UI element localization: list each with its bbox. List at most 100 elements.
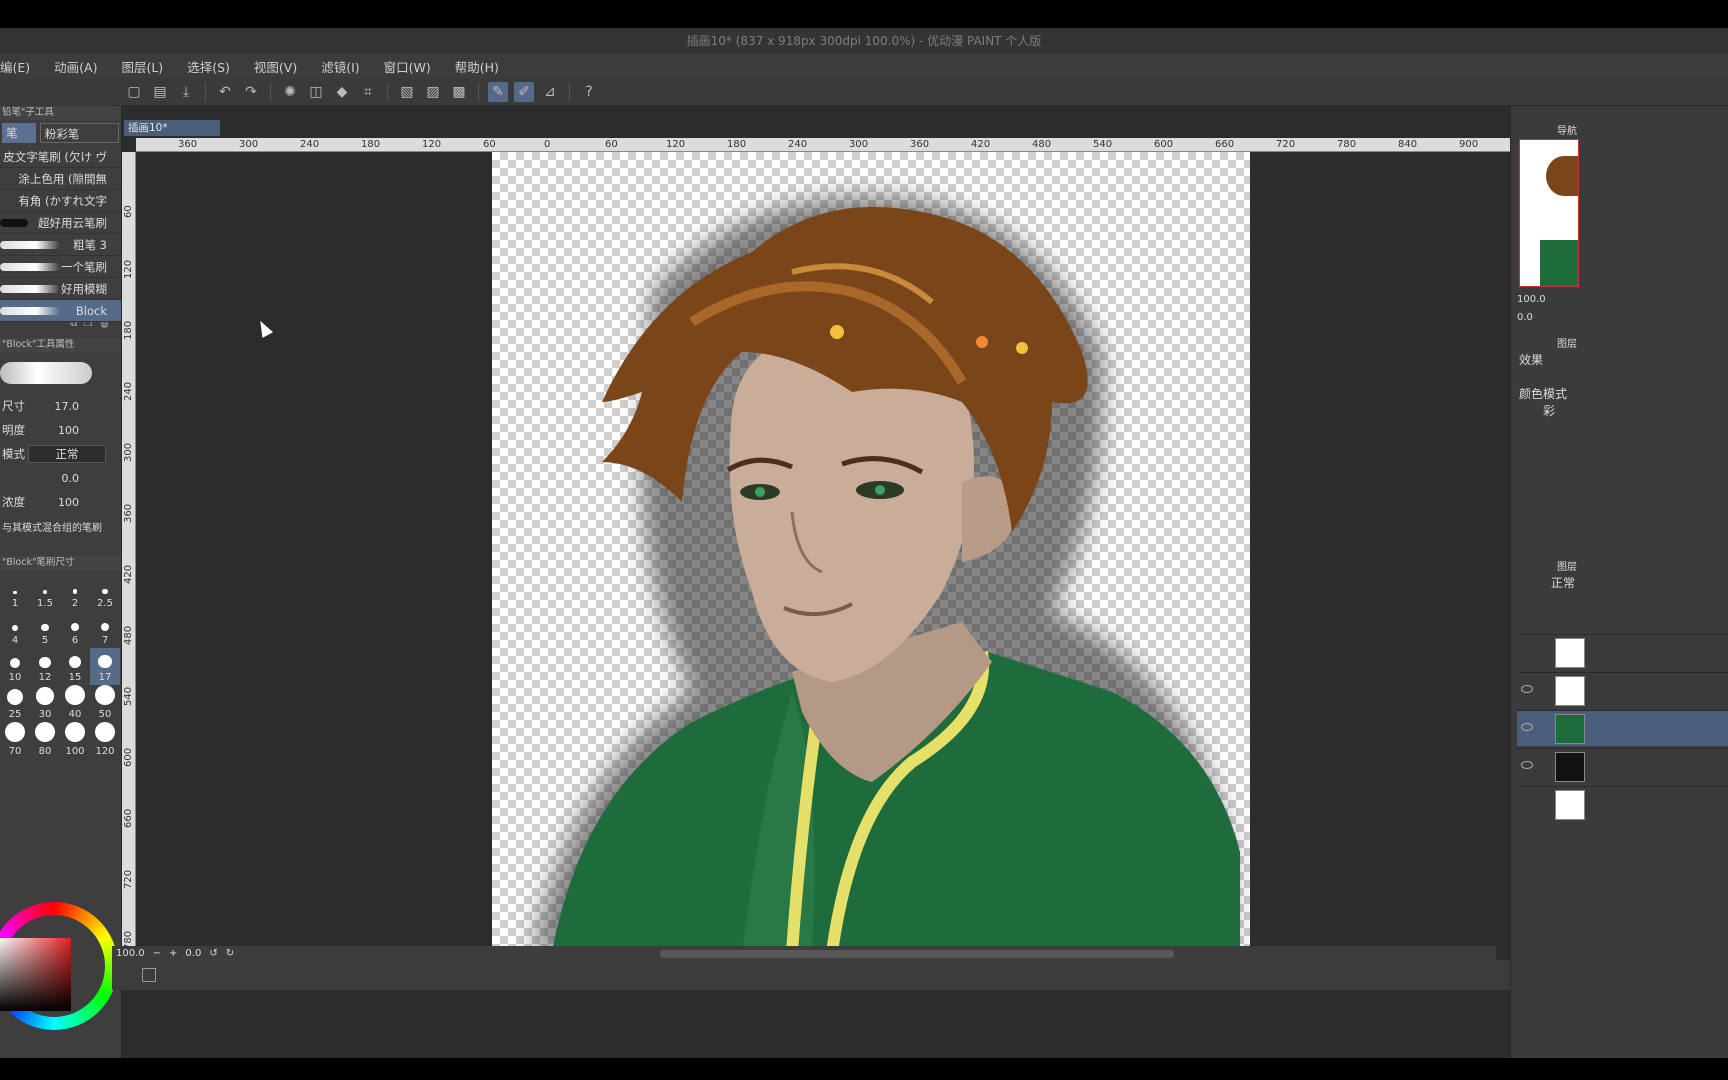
rotate-left-icon[interactable]: ↺: [209, 948, 217, 959]
brush-size-option[interactable]: 80: [30, 722, 60, 759]
portrait-illustration: [532, 196, 1240, 952]
brush-item[interactable]: 涂上色用 (隙間無: [0, 168, 121, 190]
brush-size-dot: [100, 622, 110, 631]
toolbar-divider: [387, 82, 388, 101]
brush-item[interactable]: 超好用云笔刷: [0, 212, 121, 234]
blend-mode-select[interactable]: 正常: [28, 445, 106, 463]
prop-value-field[interactable]: 0.0: [62, 472, 80, 485]
brush-size-dot: [65, 685, 85, 705]
layer-row[interactable]: [1517, 672, 1728, 708]
size-value[interactable]: 17.0: [55, 400, 80, 413]
new-icon[interactable]: ▢: [124, 82, 144, 102]
brush-item[interactable]: 皮文字笔刷 (欠け ヴ: [0, 146, 121, 168]
brush-size-option[interactable]: 17: [90, 648, 120, 685]
brush-label: 超好用云笔刷: [38, 216, 107, 230]
ruler-tick-label: 120: [666, 139, 686, 150]
menu-window[interactable]: 窗口(W): [384, 57, 431, 76]
brush-size-option[interactable]: 15: [60, 648, 90, 685]
navigator-thumbnail[interactable]: [1519, 139, 1579, 287]
brush-item[interactable]: 粗笔 3: [0, 234, 121, 256]
menu-bar: 编(E) 动画(A) 图层(L) 选择(S) 视图(V) 滤镜(I) 窗口(W)…: [0, 54, 1728, 78]
brush-size-option[interactable]: 5: [30, 611, 60, 648]
brush-size-option[interactable]: 1: [0, 574, 30, 611]
layer-row[interactable]: [1517, 634, 1728, 670]
brush-size-option[interactable]: 7: [90, 611, 120, 648]
brush-size-option[interactable]: 70: [0, 722, 30, 759]
density-value[interactable]: 100: [58, 496, 79, 509]
angle-value[interactable]: 0.0: [185, 948, 201, 959]
eye-icon[interactable]: [1521, 761, 1533, 769]
drawing-canvas[interactable]: [492, 152, 1250, 952]
fill-icon[interactable]: ◆: [332, 82, 352, 102]
snap-ruler-icon[interactable]: ▩: [449, 82, 469, 102]
brush-icon[interactable]: ✐: [514, 81, 534, 102]
zoom-in-icon[interactable]: +: [169, 948, 177, 959]
pen-icon[interactable]: ✎: [488, 81, 508, 102]
layers-header: 图层: [1557, 562, 1577, 573]
loading-icon[interactable]: ✺: [280, 82, 300, 102]
brush-size-option[interactable]: 40: [60, 685, 90, 722]
brush-item[interactable]: 一个笔刷: [0, 256, 121, 278]
transform-icon[interactable]: ◫: [306, 82, 326, 102]
eye-icon[interactable]: [1521, 685, 1533, 693]
help-icon[interactable]: ?: [579, 82, 599, 102]
menu-filter[interactable]: 滤镜(I): [321, 57, 359, 76]
snap-icon[interactable]: ▧: [397, 82, 417, 102]
brush-size-option[interactable]: 100: [60, 722, 90, 759]
color-wheel[interactable]: [0, 902, 118, 1030]
crop-icon[interactable]: ⌗: [358, 82, 378, 102]
brush-size-dot: [43, 590, 47, 594]
layer-row[interactable]: [1517, 748, 1728, 784]
menu-animation[interactable]: 动画(A): [54, 57, 97, 76]
snap-grid-icon[interactable]: ▨: [423, 82, 443, 102]
layer-row[interactable]: [1517, 786, 1728, 822]
layer-blend-mode[interactable]: 正常: [1551, 574, 1575, 591]
menu-layer[interactable]: 图层(L): [121, 57, 163, 76]
brush-size-dot: [72, 589, 78, 594]
navigator-angle[interactable]: 0.0: [1517, 312, 1533, 323]
tab-pastel[interactable]: 粉彩笔: [39, 123, 119, 143]
brush-size-option[interactable]: 2.5: [90, 574, 120, 611]
brush-stroke-preview: [0, 307, 60, 315]
brush-size-option[interactable]: 1.5: [30, 574, 60, 611]
brush-item-selected[interactable]: Block: [0, 300, 121, 322]
brush-size-option[interactable]: 10: [0, 648, 30, 685]
redo-icon[interactable]: ↷: [241, 82, 261, 102]
ruler-tick-label: 240: [788, 139, 808, 150]
brush-item[interactable]: 好用模糊: [0, 278, 121, 300]
zoom-value[interactable]: 100.0: [116, 948, 145, 959]
brush-size-option[interactable]: 6: [60, 611, 90, 648]
color-mode-value[interactable]: 彩: [1543, 402, 1555, 419]
brush-size-dot: [95, 722, 115, 742]
brush-list: 皮文字笔刷 (欠け ヴ 涂上色用 (隙間無 有角 (かすれ文字 超好用云笔刷 粗…: [0, 146, 121, 322]
save-icon[interactable]: ⤓: [176, 82, 196, 102]
brush-size-option[interactable]: 50: [90, 685, 120, 722]
brush-size-dot: [102, 588, 108, 594]
brush-size-option[interactable]: 25: [0, 685, 30, 722]
menu-view[interactable]: 视图(V): [254, 57, 297, 76]
menu-help[interactable]: 帮助(H): [455, 57, 499, 76]
document-tab[interactable]: 插画10*: [124, 120, 220, 136]
rotate-right-icon[interactable]: ↻: [226, 948, 234, 959]
brush-size-option[interactable]: 120: [90, 722, 120, 759]
open-icon[interactable]: ▤: [150, 82, 170, 102]
tab-pencil[interactable]: 笔: [2, 123, 36, 143]
brush-item[interactable]: 有角 (かすれ文字: [0, 190, 121, 212]
layer-row-selected[interactable]: [1517, 710, 1728, 746]
ruler-icon[interactable]: ⊿: [540, 82, 560, 102]
zoom-out-icon[interactable]: −: [153, 948, 161, 959]
brush-size-option[interactable]: 4: [0, 611, 30, 648]
menu-select[interactable]: 选择(S): [187, 57, 230, 76]
color-square[interactable]: [0, 938, 71, 1011]
horizontal-scrollbar-thumb[interactable]: [660, 950, 1174, 958]
navigator-zoom[interactable]: 100.0: [1517, 294, 1546, 305]
brush-size-option[interactable]: 12: [30, 648, 60, 685]
panel-toggle-icon[interactable]: [142, 968, 156, 982]
brush-size-option[interactable]: 30: [30, 685, 60, 722]
opacity-value[interactable]: 100: [58, 424, 79, 437]
menu-edit[interactable]: 编(E): [0, 57, 30, 76]
brush-size-label: 7: [101, 635, 109, 646]
eye-icon[interactable]: [1521, 723, 1533, 731]
brush-size-option[interactable]: 2: [60, 574, 90, 611]
undo-icon[interactable]: ↶: [215, 82, 235, 102]
